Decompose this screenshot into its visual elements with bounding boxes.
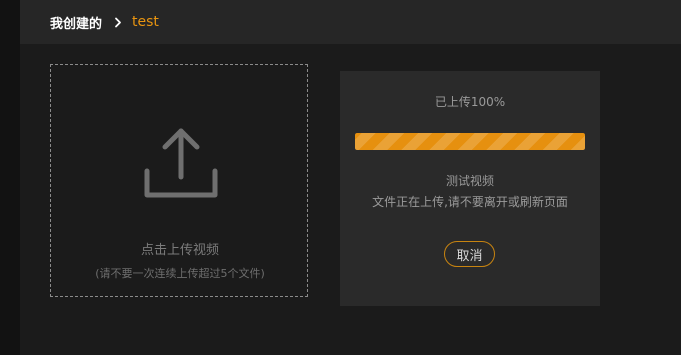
upload-icon — [143, 125, 219, 201]
header-bar: 我创建的 test — [20, 0, 681, 44]
cancel-upload-button[interactable]: 取消 — [444, 241, 495, 267]
chevron-right-icon — [114, 17, 122, 28]
file-name: 测试视频 — [445, 174, 494, 188]
breadcrumb: 我创建的 test — [50, 0, 159, 44]
breadcrumb-root-link[interactable]: 我创建的 — [50, 13, 102, 32]
video-upload-dropzone[interactable]: 点击上传视频 (请不要一次连续上传超过5个文件) — [50, 64, 308, 297]
progress-bar-fill — [355, 133, 585, 150]
progress-bar — [355, 133, 585, 150]
upload-page: 我创建的 test 点击上传视频 (请不要一次连续上传超过5个文件) 已上传10… — [20, 0, 681, 355]
progress-label: 已上传100% — [434, 95, 506, 109]
breadcrumb-current: test — [132, 14, 159, 30]
upload-status-card: 已上传100% 测试视频 文件正在上传,请不要离开或刷新页面 取消 — [340, 71, 600, 306]
dropzone-title: 点击上传视频 — [140, 243, 219, 258]
upload-status-message: 文件正在上传,请不要离开或刷新页面 — [372, 195, 568, 209]
left-edge-strip — [0, 0, 20, 355]
dropzone-hint: (请不要一次连续上传超过5个文件) — [95, 267, 265, 280]
